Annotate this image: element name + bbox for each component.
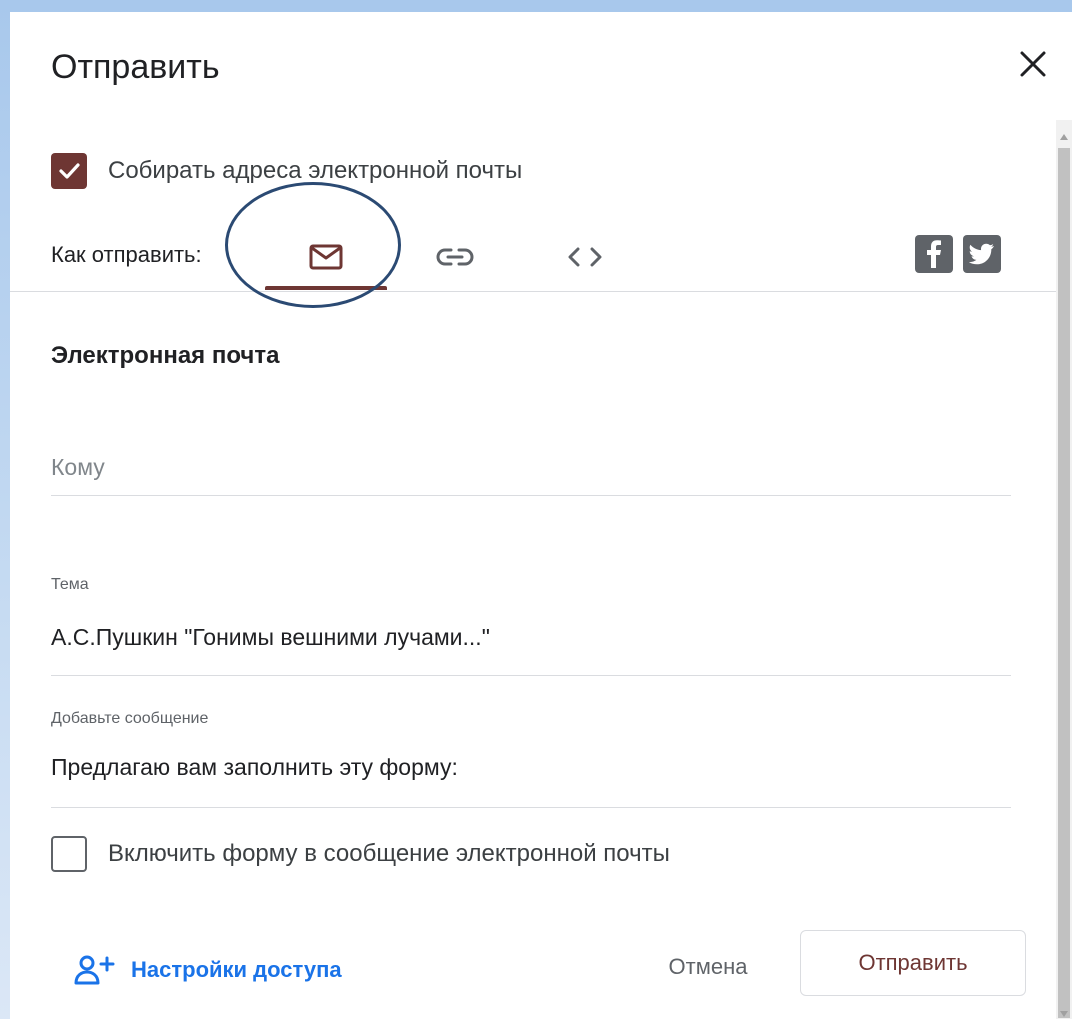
to-field-underline [51,495,1011,496]
access-settings-label: Настройки доступа [131,957,342,982]
twitter-share-button[interactable] [963,235,1001,273]
cancel-button[interactable]: Отмена [638,937,778,997]
include-form-row: Включить форму в сообщение электронной п… [51,834,670,874]
close-button[interactable] [1013,44,1053,84]
tab-embed[interactable] [545,218,625,296]
message-field-underline [51,807,1011,808]
collect-emails-label: Собирать адреса электронной почты [108,157,523,184]
include-form-checkbox[interactable] [51,836,87,872]
tab-link[interactable] [415,218,495,296]
subject-field-underline [51,675,1011,676]
checkmark-icon [59,163,80,179]
message-field-label: Добавьте сообщение [51,710,209,727]
collect-emails-checkbox[interactable] [51,153,87,189]
facebook-share-button[interactable] [915,235,953,273]
mail-icon [309,244,343,270]
to-field-placeholder: Кому [51,454,105,480]
dialog-scrollbar[interactable] [1056,120,1072,1019]
to-field[interactable]: Кому [51,442,1011,496]
subject-field[interactable]: Тема А.С.Пушкин "Гонимы вешними лучами..… [51,576,1011,676]
email-section-title: Электронная почта [51,342,280,369]
send-button[interactable]: Отправить [800,930,1026,996]
send-via-row: Как отправить: [10,218,1056,298]
add-person-icon [74,955,115,985]
message-field-value[interactable]: Предлагаю вам заполнить эту форму: [51,754,458,781]
active-tab-indicator [265,286,387,290]
header-divider [10,291,1056,292]
collect-emails-row: Собирать адреса электронной почты [51,151,522,191]
subject-field-value[interactable]: А.С.Пушкин "Гонимы вешними лучами..." [51,624,490,651]
dialog-title: Отправить [51,48,220,86]
send-dialog: Отправить Собирать адреса электронной по… [10,12,1072,1019]
twitter-icon [969,243,994,265]
send-via-label: Как отправить: [51,242,202,267]
include-form-label: Включить форму в сообщение электронной п… [108,840,670,867]
scroll-thumb[interactable] [1058,148,1070,1018]
scroll-down-arrow-icon[interactable] [1060,1011,1068,1017]
code-icon [568,247,602,267]
close-icon [1020,51,1046,77]
link-icon [436,248,474,266]
access-settings-button[interactable]: Настройки доступа [73,950,342,990]
message-field[interactable]: Добавьте сообщение Предлагаю вам заполни… [51,710,1011,808]
scroll-up-arrow-icon[interactable] [1060,134,1068,140]
facebook-icon [927,240,941,268]
subject-field-label: Тема [51,576,89,593]
tab-email[interactable] [265,218,387,296]
